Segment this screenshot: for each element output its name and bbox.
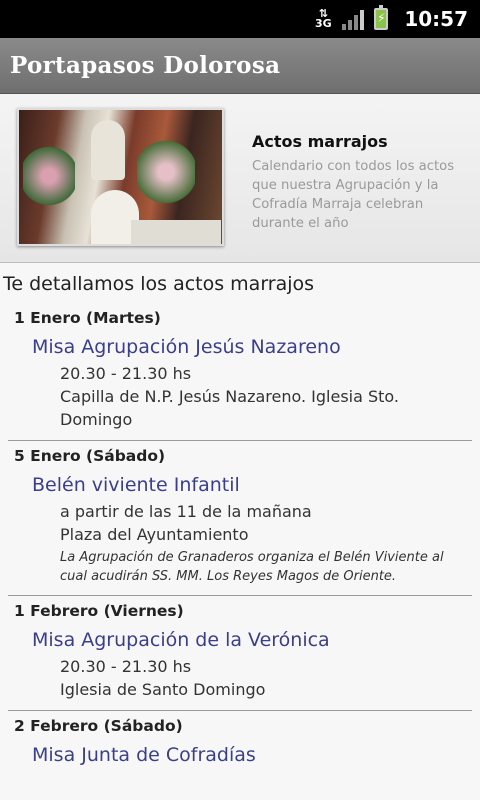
clock: 10:57 — [404, 7, 468, 31]
network-3g-icon: ⇅ 3G — [314, 7, 332, 30]
event-name[interactable]: Misa Junta de Cofradías — [8, 744, 472, 766]
event-place: Capilla de N.P. Jesús Nazareno. Iglesia … — [60, 387, 400, 429]
network-label: 3G — [314, 17, 332, 30]
battery-charging-icon: ⚡ — [374, 5, 389, 30]
intro-text: Te detallamos los actos marrajos — [3, 273, 315, 295]
app-title: Portapasos Dolorosa — [10, 52, 281, 79]
section-description: Calendario con todos los actos que nuest… — [252, 159, 455, 231]
event-name[interactable]: Misa Agrupación de la Verónica — [8, 629, 472, 651]
event-place: Iglesia de Santo Domingo — [60, 680, 266, 699]
event-item[interactable]: 5 Enero (Sábado) Belén viviente Infantil… — [8, 441, 472, 596]
event-time: 20.30 - 21.30 hs — [60, 657, 192, 676]
event-date: 1 Enero (Martes) — [14, 309, 161, 327]
signal-icon — [342, 8, 365, 30]
event-item[interactable]: 1 Enero (Martes) Misa Agrupación Jesús N… — [8, 303, 472, 441]
event-name[interactable]: Belén viviente Infantil — [8, 474, 472, 496]
header-photo — [17, 108, 224, 246]
event-date: 5 Enero (Sábado) — [14, 447, 166, 465]
section-header: Actos marrajos Calendario con todos los … — [0, 94, 480, 263]
section-title: Actos marrajos — [252, 132, 388, 151]
event-name[interactable]: Misa Agrupación Jesús Nazareno — [8, 336, 472, 358]
event-place: Plaza del Ayuntamiento — [60, 525, 249, 544]
event-date: 1 Febrero (Viernes) — [14, 602, 184, 620]
title-bar: Portapasos Dolorosa — [0, 38, 480, 94]
event-time: 20.30 - 21.30 hs — [60, 364, 192, 383]
event-time: a partir de las 11 de la mañana — [60, 502, 312, 521]
status-icons: ⇅ 3G ⚡ 10:57 — [314, 0, 468, 38]
event-item[interactable]: 2 Febrero (Sábado) Misa Junta de Cofradí… — [8, 711, 472, 779]
event-date: 2 Febrero (Sábado) — [14, 717, 183, 735]
app-screen: Portapasos Dolorosa Actos marrajos Calen… — [0, 38, 480, 800]
event-item[interactable]: 1 Febrero (Viernes) Misa Agrupación de l… — [8, 596, 472, 711]
event-note: La Agrupación de Granaderos organiza el … — [60, 550, 444, 584]
status-bar: ⇅ 3G ⚡ 10:57 — [0, 0, 480, 38]
